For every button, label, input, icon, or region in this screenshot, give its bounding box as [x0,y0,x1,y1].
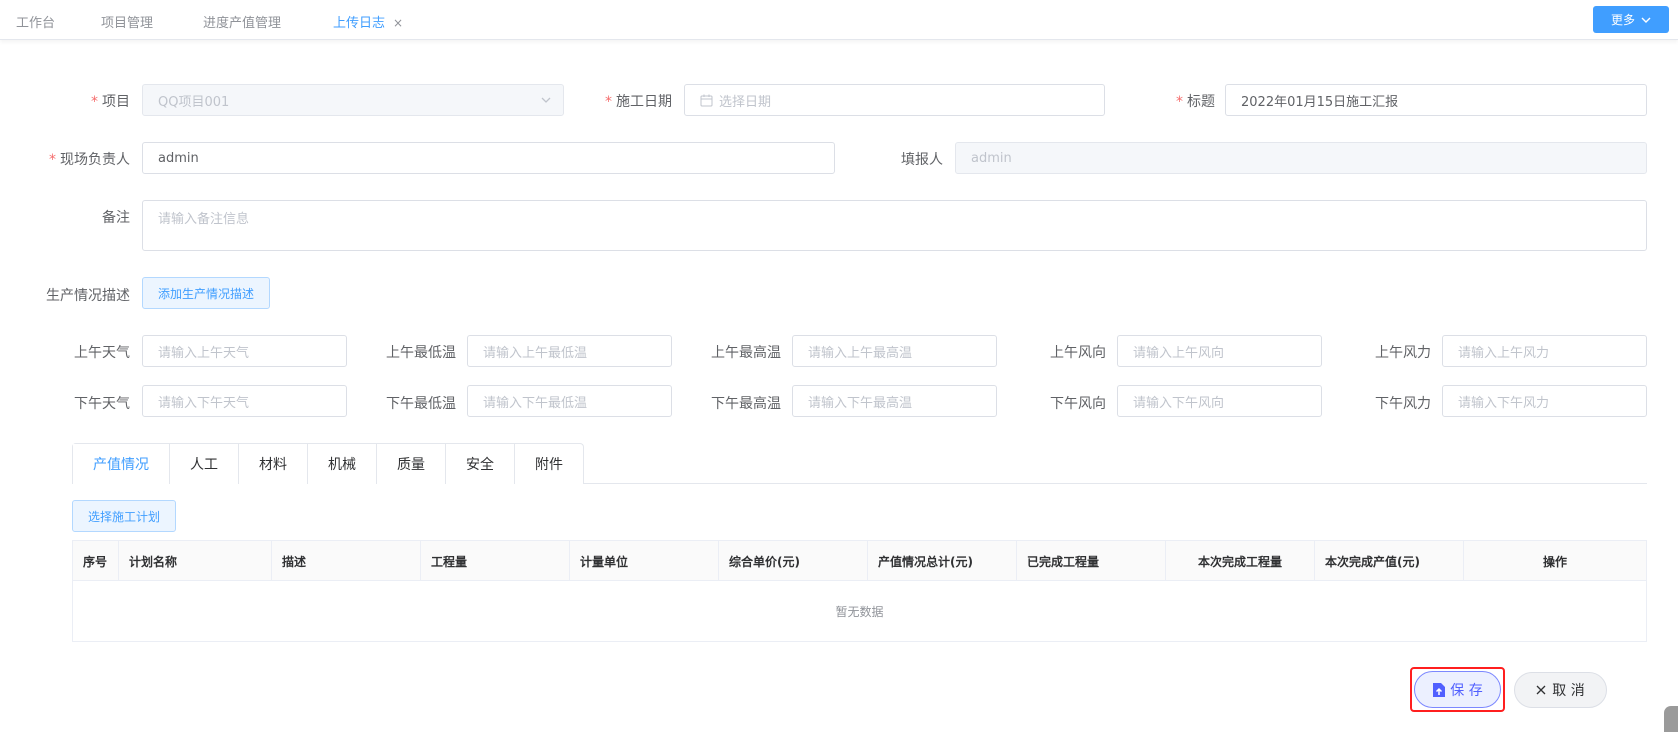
project-select[interactable]: QQ项目001 [142,84,564,116]
select-plan-button[interactable]: 选择施工计划 [72,500,176,532]
more-button[interactable]: 更多 [1593,6,1669,33]
output-table: 序号 计划名称 描述 工程量 计量单位 综合单价(元) 产值情况总计(元) 已完… [72,540,1647,642]
pm-wind-direction-input[interactable]: 请输入下午风向 [1117,385,1322,417]
title-label: * 标题 [1176,94,1215,110]
reporter-input: admin [955,142,1647,174]
project-label: * 项目 [91,94,130,110]
am-min-temp-label: 上午最低温 [386,345,456,361]
add-production-button[interactable]: 添加生产情况描述 [142,277,270,309]
top-tab-project-management[interactable]: 项目管理 [101,12,153,31]
top-tab-workbench[interactable]: 工作台 [16,12,55,31]
pm-weather-label: 下午天气 [74,396,130,412]
am-weather-input[interactable]: 请输入上午天气 [142,335,347,367]
tab-output-value[interactable]: 产值情况 [73,444,169,484]
tab-close-icon[interactable]: × [393,16,403,30]
table-empty-state: 暂无数据 [835,604,884,619]
pm-weather-input[interactable]: 请输入下午天气 [142,385,347,417]
close-icon [1536,685,1546,695]
am-weather-label: 上午天气 [74,345,130,361]
site-manager-input[interactable]: admin [142,142,835,174]
top-tab-upload-log[interactable]: 上传日志 × [333,12,403,31]
production-label: 生产情况描述 [46,288,130,304]
content-tabs: 产值情况 人工 材料 机械 质量 安全 附件 [72,443,584,484]
tab-attachments[interactable]: 附件 [514,444,583,484]
title-input[interactable]: 2022年01月15日施工汇报 [1225,84,1647,116]
table-header: 序号 计划名称 描述 工程量 计量单位 综合单价(元) 产值情况总计(元) 已完… [73,541,1646,581]
am-wind-direction-label: 上午风向 [1050,345,1106,361]
column-header: 计量单位 [570,541,719,581]
top-tab-bar: 工作台 项目管理 进度产值管理 上传日志 × 更多 [0,0,1678,40]
tab-machinery[interactable]: 机械 [307,444,376,484]
top-tab-progress-value[interactable]: 进度产值管理 [203,12,281,31]
pm-wind-force-input[interactable]: 请输入下午风力 [1442,385,1647,417]
column-header: 序号 [73,541,119,581]
pm-wind-force-label: 下午风力 [1375,396,1431,412]
pm-max-temp-label: 下午最高温 [711,396,781,412]
date-label: * 施工日期 [605,94,672,110]
tab-labor[interactable]: 人工 [169,444,238,484]
file-upload-icon [1433,682,1446,697]
tab-safety[interactable]: 安全 [445,444,514,484]
calendar-icon [700,94,713,107]
column-header: 本次完成产值(元) [1315,541,1464,581]
am-wind-force-label: 上午风力 [1375,345,1431,361]
cancel-button[interactable]: 取 消 [1514,672,1607,708]
tab-materials[interactable]: 材料 [238,444,307,484]
reporter-label: 填报人 [901,152,943,168]
pm-wind-direction-label: 下午风向 [1050,396,1106,412]
pm-max-temp-input[interactable]: 请输入下午最高温 [792,385,997,417]
pm-min-temp-label: 下午最低温 [386,396,456,412]
save-button[interactable]: 保 存 [1414,671,1501,708]
column-header: 计划名称 [119,541,272,581]
chevron-down-icon [541,97,551,103]
chevron-down-icon [1641,17,1651,23]
tab-quality[interactable]: 质量 [376,444,445,484]
remark-textarea[interactable]: 请输入备注信息 [142,200,1647,251]
remark-label: 备注 [102,210,130,226]
pm-min-temp-input[interactable]: 请输入下午最低温 [467,385,672,417]
column-header: 已完成工程量 [1017,541,1166,581]
column-header: 操作 [1542,554,1567,569]
tabs-divider [583,483,1647,484]
column-header: 工程量 [421,541,570,581]
column-header: 产值情况总计(元) [868,541,1017,581]
column-header: 本次完成工程量 [1166,541,1315,581]
date-picker[interactable]: 选择日期 [684,84,1105,116]
am-wind-direction-input[interactable]: 请输入上午风向 [1117,335,1322,367]
am-max-temp-label: 上午最高温 [711,345,781,361]
scrollbar-thumb[interactable] [1664,706,1678,732]
column-header: 描述 [272,541,421,581]
am-wind-force-input[interactable]: 请输入上午风力 [1442,335,1647,367]
am-max-temp-input[interactable]: 请输入上午最高温 [792,335,997,367]
column-header: 综合单价(元) [719,541,868,581]
site-manager-label: * 现场负责人 [49,152,130,168]
am-min-temp-input[interactable]: 请输入上午最低温 [467,335,672,367]
